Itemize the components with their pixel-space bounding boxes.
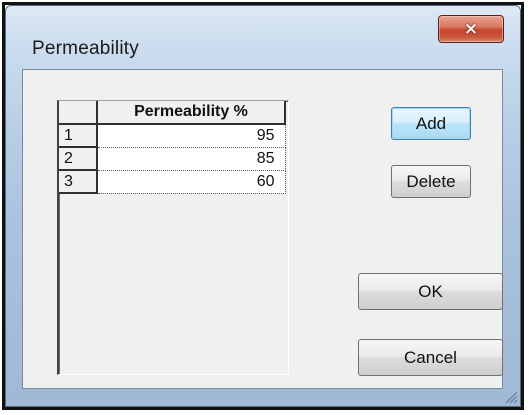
window-title: Permeability <box>32 38 139 59</box>
permeability-cell[interactable]: 95 <box>97 124 286 148</box>
permeability-dialog: Permeability × Permeability % 1 95 2 85 … <box>5 5 521 407</box>
delete-button[interactable]: Delete <box>391 165 471 198</box>
close-button[interactable]: × <box>438 15 504 43</box>
resize-grip-icon[interactable] <box>502 388 518 404</box>
add-button[interactable]: Add <box>391 107 471 140</box>
column-header-permeability[interactable]: Permeability % <box>97 101 286 125</box>
row-header[interactable]: 1 <box>59 124 98 148</box>
table-row: 2 85 <box>59 147 286 171</box>
screenshot-stage: Permeability × Permeability % 1 95 2 85 … <box>0 0 530 415</box>
cancel-button[interactable]: Cancel <box>358 339 503 376</box>
permeability-cell[interactable]: 60 <box>97 170 286 194</box>
permeability-cell[interactable]: 85 <box>97 147 286 171</box>
permeability-grid[interactable]: Permeability % 1 95 2 85 3 60 <box>57 100 289 375</box>
title-bar[interactable]: Permeability × <box>6 6 520 68</box>
row-header[interactable]: 2 <box>59 147 98 171</box>
table-row: 3 60 <box>59 170 286 194</box>
row-header[interactable]: 3 <box>59 170 98 194</box>
ok-button[interactable]: OK <box>358 273 503 310</box>
grid-corner-cell[interactable] <box>59 101 98 125</box>
table-row: 1 95 <box>59 124 286 148</box>
dialog-client-area: Permeability % 1 95 2 85 3 60 Add Delete… <box>22 69 503 389</box>
grid-table: Permeability % 1 95 2 85 3 60 <box>59 101 286 194</box>
close-icon: × <box>463 18 479 39</box>
grid-header-row: Permeability % <box>59 101 286 125</box>
